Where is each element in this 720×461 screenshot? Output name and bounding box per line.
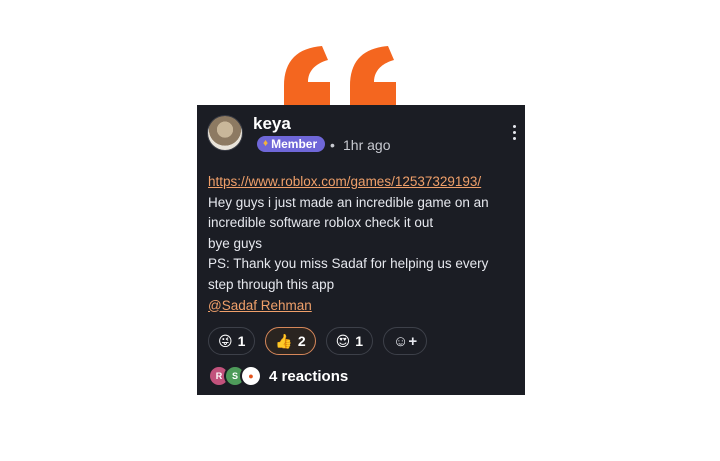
reaction-count: 2: [297, 333, 306, 349]
more-options-icon[interactable]: [511, 125, 517, 140]
reaction-count: 1: [355, 333, 364, 349]
avatar[interactable]: [208, 116, 242, 150]
post-line: bye guys: [208, 235, 263, 251]
add-reaction-icon: ☺+: [393, 332, 418, 350]
member-badge: ♦ Member: [257, 136, 326, 152]
reaction-thumbs-up[interactable]: 👍 2: [265, 327, 316, 355]
reaction-wink[interactable]: 😜 1: [208, 327, 256, 355]
reaction-bar: 😜 1 👍 2 😍 1 ☺+: [208, 327, 428, 355]
heart-eyes-emoji-icon: 😍: [335, 332, 351, 349]
add-reaction-button[interactable]: ☺+: [383, 327, 428, 355]
reaction-summary[interactable]: R S ● 4 reactions: [208, 365, 348, 387]
reaction-count-label: 4 reactions: [269, 367, 349, 385]
post-line: Hey guys i just made an incredible game …: [208, 194, 489, 210]
username[interactable]: keya: [253, 114, 291, 134]
wink-tongue-emoji-icon: 😜: [218, 332, 233, 349]
member-badge-label: Member: [271, 137, 318, 151]
post-line: incredible software roblox check it out: [208, 215, 434, 231]
mention-link[interactable]: @Sadaf Rehman: [208, 296, 518, 317]
post-time: 1hr ago: [343, 137, 391, 153]
reaction-heart-eyes[interactable]: 😍 1: [325, 327, 374, 355]
post-card: keya ♦ Member • 1hr ago https://www.robl…: [197, 105, 525, 395]
post-line: PS: Thank you miss Sadaf for helping us …: [208, 256, 489, 272]
post-link[interactable]: https://www.roblox.com/games/12537329193…: [208, 172, 518, 193]
reaction-count: 1: [237, 333, 246, 349]
reactor-avatar: ●: [240, 365, 262, 387]
separator-dot: •: [330, 137, 335, 153]
post-line: step through this app: [208, 276, 335, 292]
thumbs-up-emoji-icon: 👍: [275, 332, 293, 349]
post-body: https://www.roblox.com/games/12537329193…: [208, 172, 518, 316]
gem-icon: ♦: [263, 138, 269, 149]
